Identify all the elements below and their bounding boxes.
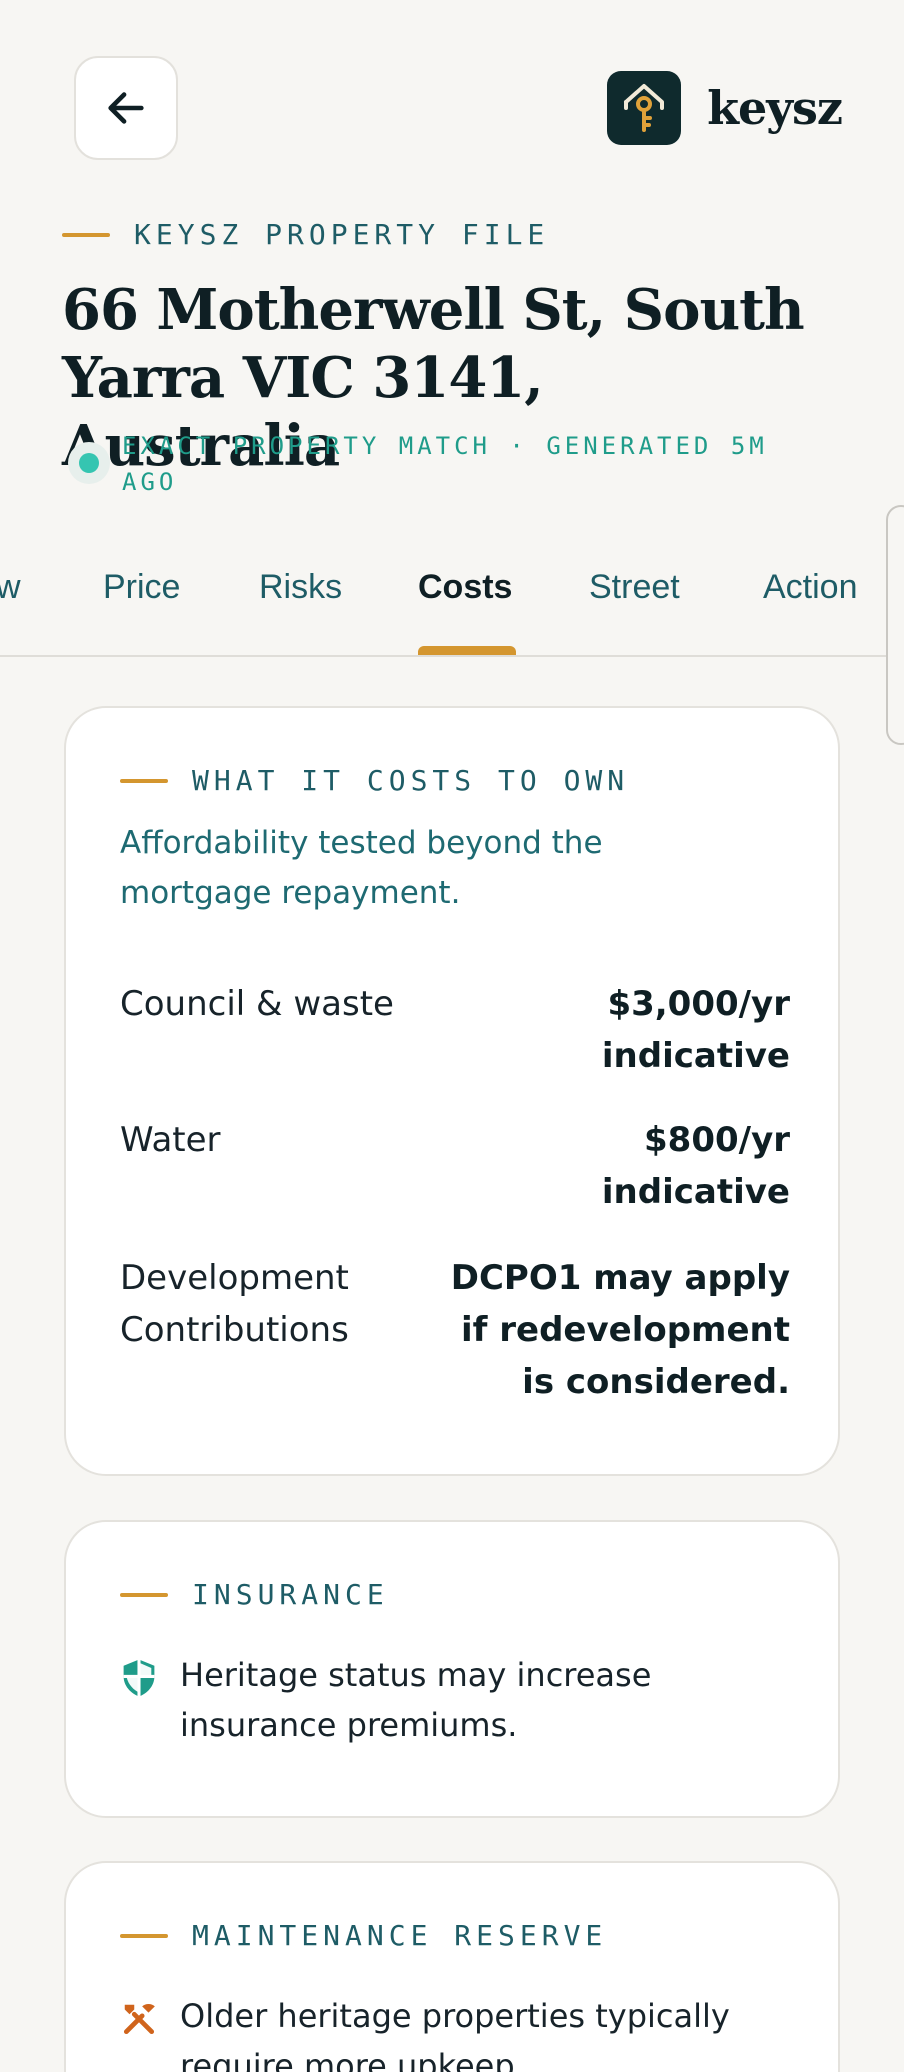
key-house-icon bbox=[607, 71, 682, 145]
active-tab-indicator bbox=[418, 646, 516, 655]
maintenance-note-text: Older heritage properties typically requ… bbox=[180, 1997, 730, 2072]
card-subtitle: Affordability tested beyond the mortgage… bbox=[120, 825, 603, 911]
match-status: EXACT PROPERTY MATCH · GENERATED 5M AGO bbox=[68, 428, 828, 500]
tab-street[interactable]: Street bbox=[589, 568, 680, 607]
cost-row-development: Development Contributions DCPO1 may appl… bbox=[120, 1252, 790, 1412]
tab-risks[interactable]: Risks bbox=[259, 568, 342, 607]
tab-price[interactable]: Price bbox=[103, 568, 180, 607]
tab-action[interactable]: Action bbox=[763, 568, 858, 607]
back-button[interactable] bbox=[74, 56, 178, 160]
status-dot-icon bbox=[68, 442, 110, 484]
accent-bar bbox=[120, 778, 168, 783]
match-status-text: EXACT PROPERTY MATCH · GENERATED 5M AGO bbox=[122, 432, 768, 496]
accent-bar bbox=[62, 232, 110, 237]
cost-row-council: Council & waste $3,000/yr indicative bbox=[120, 978, 790, 1088]
cost-value: $800/yr indicative bbox=[601, 1120, 790, 1212]
cost-label: Development Contributions bbox=[120, 1258, 349, 1350]
cost-value: DCPO1 may apply if redevelopment is cons… bbox=[450, 1258, 790, 1402]
section-eyebrow: KEYSZ PROPERTY FILE bbox=[62, 218, 549, 251]
card-eyebrow: WHAT IT COSTS TO OWN bbox=[120, 764, 629, 797]
insurance-card: INSURANCE Heritage status may increase i… bbox=[64, 1520, 840, 1818]
accent-bar bbox=[120, 1933, 168, 1938]
cost-label: Water bbox=[120, 1120, 221, 1160]
card-eyebrow: INSURANCE bbox=[120, 1578, 389, 1611]
costs-card: WHAT IT COSTS TO OWN Affordability teste… bbox=[64, 706, 840, 1476]
card-title: INSURANCE bbox=[192, 1578, 389, 1611]
top-bar: keysz bbox=[0, 0, 904, 200]
tab-overview[interactable]: w bbox=[0, 568, 21, 607]
cost-value: $3,000/yr indicative bbox=[601, 984, 790, 1076]
side-drawer-handle[interactable] bbox=[886, 505, 904, 745]
brand-name: keysz bbox=[707, 81, 843, 135]
card-title: WHAT IT COSTS TO OWN bbox=[192, 764, 630, 797]
tools-icon bbox=[123, 2003, 155, 2035]
eyebrow-label: KEYSZ PROPERTY FILE bbox=[134, 218, 550, 251]
shield-icon bbox=[123, 1659, 155, 1697]
insurance-note: Heritage status may increase insurance p… bbox=[120, 1650, 790, 1750]
card-eyebrow: MAINTENANCE RESERVE bbox=[120, 1919, 607, 1952]
maintenance-card: MAINTENANCE RESERVE Older heritage prope… bbox=[64, 1861, 840, 2072]
card-title: MAINTENANCE RESERVE bbox=[192, 1919, 608, 1952]
tab-costs[interactable]: Costs bbox=[418, 568, 512, 607]
brand-logo[interactable]: keysz bbox=[607, 70, 843, 146]
accent-bar bbox=[120, 1592, 168, 1597]
cost-row-water: Water $800/yr indicative bbox=[120, 1114, 790, 1224]
insurance-note-text: Heritage status may increase insurance p… bbox=[180, 1656, 652, 1744]
arrow-left-icon bbox=[108, 92, 144, 124]
maintenance-note: Older heritage properties typically requ… bbox=[120, 1991, 790, 2072]
section-tabs: w Price Risks Costs Street Action bbox=[0, 520, 904, 657]
cost-label: Council & waste bbox=[120, 984, 394, 1024]
